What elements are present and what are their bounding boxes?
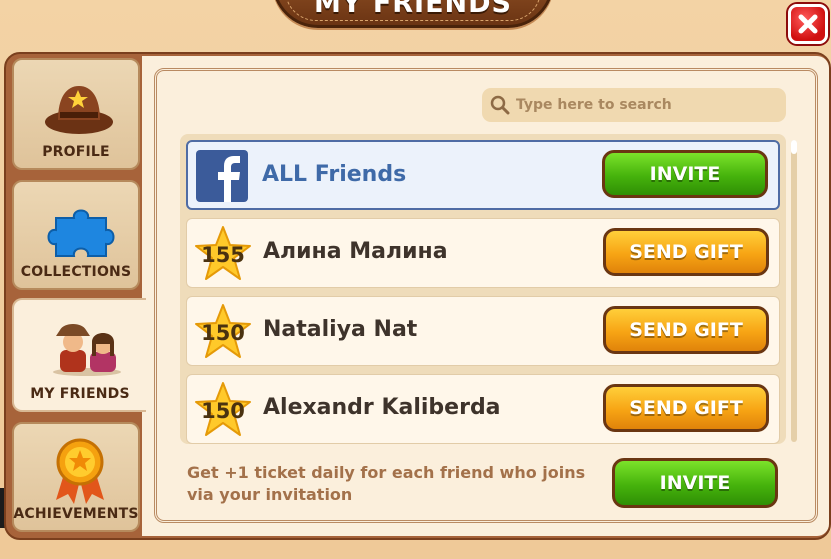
invite-reward-text: Get +1 ticket daily for each friend who …	[187, 463, 586, 504]
invite-all-button[interactable]: INVITE	[602, 150, 768, 198]
facebook-icon	[196, 150, 248, 202]
search-input[interactable]	[516, 97, 776, 113]
friend-name: Nataliya Nat	[263, 317, 418, 342]
friend-level: 150	[201, 321, 245, 345]
friend-name: Alexandr Kaliberda	[263, 395, 501, 420]
tab-my-friends[interactable]: MY FRIENDS	[12, 298, 146, 412]
friend-level: 155	[201, 243, 245, 267]
close-button[interactable]	[788, 4, 828, 44]
puzzle-piece-icon	[47, 209, 115, 257]
search-bar	[482, 88, 786, 122]
friends-icon	[53, 324, 121, 376]
cowboy-hat-icon	[45, 86, 113, 134]
search-icon	[490, 95, 510, 115]
send-gift-button[interactable]: SEND GIFT	[603, 306, 769, 354]
level-star-icon: 150	[193, 303, 253, 361]
send-gift-button[interactable]: SEND GIFT	[603, 384, 769, 432]
tab-label: PROFILE	[42, 144, 110, 160]
background-strip	[0, 540, 831, 559]
tab-label: MY FRIENDS	[30, 386, 130, 402]
medal-icon	[56, 438, 104, 504]
all-friends-label: ALL Friends	[262, 162, 407, 187]
level-star-icon: 155	[193, 225, 253, 283]
friend-name: Алина Малина	[263, 239, 448, 264]
invite-button[interactable]: INVITE	[612, 458, 778, 508]
tab-achievements[interactable]: ACHIEVEMENTS	[12, 422, 140, 532]
level-star-icon: 150	[193, 381, 253, 439]
tab-label: COLLECTIONS	[20, 264, 132, 280]
friend-row: 155 Алина Малина SEND GIFT	[186, 218, 780, 288]
page-title: MY FRIENDS	[314, 0, 512, 19]
tab-profile[interactable]: PROFILE	[12, 58, 140, 170]
title-banner: MY FRIENDS	[272, 0, 554, 28]
tab-collections[interactable]: COLLECTIONS	[12, 180, 140, 290]
all-friends-row: ALL Friends INVITE	[186, 140, 780, 210]
tab-label: ACHIEVEMENTS	[13, 506, 139, 522]
list-scrollbar[interactable]	[791, 140, 797, 442]
send-gift-button[interactable]: SEND GIFT	[603, 228, 769, 276]
friend-level: 150	[201, 399, 245, 423]
friend-row: 150 Nataliya Nat SEND GIFT	[186, 296, 780, 366]
friend-row: 150 Alexandr Kaliberda SEND GIFT	[186, 374, 780, 444]
scrollbar-thumb[interactable]	[791, 140, 797, 154]
close-icon	[798, 14, 818, 34]
